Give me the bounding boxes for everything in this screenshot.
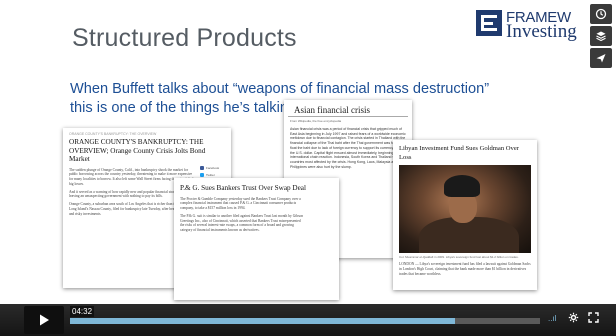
framework-investing-logo: FRAMEW Investing [476, 9, 606, 42]
volume-icon[interactable]: ..ıl [548, 314, 556, 323]
clipping-body: LONDON — Libya's sovereign investment fu… [399, 262, 531, 276]
clipping-kicker: ORANGE COUNTY'S BANKRUPTCY: THE OVERVIEW [69, 132, 157, 136]
fullscreen-icon[interactable] [588, 312, 599, 325]
clock-icon[interactable] [590, 4, 612, 24]
clipping-headline: Libyan Investment Fund Sues Goldman Over… [399, 145, 519, 161]
send-icon[interactable] [590, 48, 612, 68]
settings-icon[interactable] [568, 312, 579, 325]
logo-text-line2: Investing [506, 21, 577, 42]
clipping-paragraph: The P.& G. suit is similar to another fi… [180, 213, 304, 233]
current-time: 04:32 [70, 306, 95, 317]
clipping-paragraph: The Procter & Gamble Company yesterday s… [180, 196, 301, 211]
progress-bar[interactable] [70, 318, 540, 324]
logo-mark [476, 10, 502, 36]
pg-bankers-trust-clipping: P.& G. Sues Bankers Trust Over Swap Deal… [174, 178, 339, 300]
clipping-body: The Procter & Gamble Company yesterday s… [174, 193, 339, 241]
photo-caption: Col. Muammar el-Qaddafi in 2009. Libya's… [399, 255, 519, 259]
libya-goldman-clipping: Libyan Investment Fund Sues Goldman Over… [393, 140, 537, 290]
slide-title: Structured Products [72, 24, 297, 52]
play-icon [40, 314, 49, 326]
news-photo [399, 165, 531, 253]
progress-fill [70, 318, 456, 324]
clipping-subtitle: From Wikipedia, the free encyclopedia [290, 119, 342, 123]
subtitle-line-1: When Buffett talks about “weapons of fin… [70, 81, 490, 97]
share-item: Facebook [200, 164, 226, 171]
clipping-headline: ORANGE COUNTY'S BANKRUPTCY: THE OVERVIEW… [69, 138, 206, 163]
clipping-headline: Asian financial crisis [288, 100, 408, 117]
layers-icon[interactable] [590, 26, 612, 46]
side-controls [590, 4, 612, 70]
clipping-headline: P.& G. Sues Bankers Trust Over Swap Deal [180, 184, 306, 192]
share-item: Twitter [200, 171, 226, 178]
play-button[interactable] [24, 306, 64, 334]
video-stage: Structured Products FRAMEW Investing Whe… [0, 0, 616, 336]
video-player-controls: 04:32 ..ıl [0, 304, 616, 336]
